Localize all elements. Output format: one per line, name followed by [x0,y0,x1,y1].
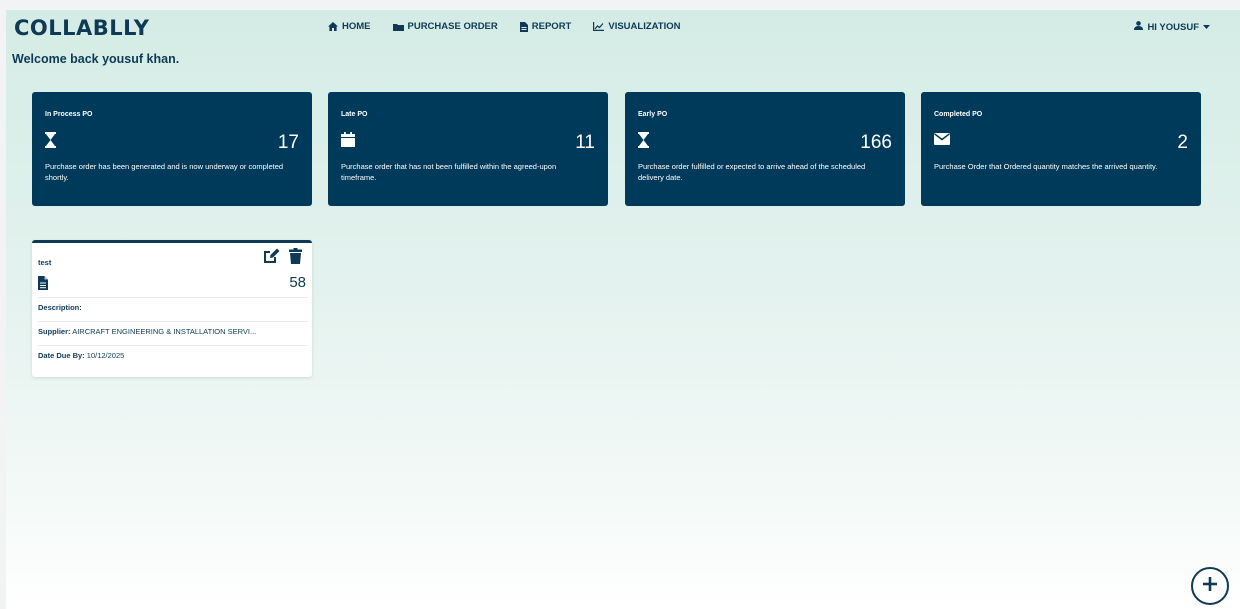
nav-visualization-label: VISUALIZATION [608,21,681,32]
stat-description: Purchase Order that Ordered quantity mat… [934,162,1158,171]
stat-description: Purchase order has been generated and is… [45,162,284,182]
folder-icon [392,23,404,31]
po-supplier-row: Supplier: AIRCRAFT ENGINEERING & INSTALL… [38,327,308,336]
user-menu-label: HI YOUSUF [1147,21,1199,33]
nav-visualization[interactable]: VISUALIZATION [593,21,681,32]
document-icon [519,21,528,32]
main-nav: HOME PURCHASE ORDER REPORT VISUALIZATION [328,21,681,32]
welcome-message: Welcome back yousuf khan. [12,52,180,66]
stat-card-late[interactable]: Late PO 11 Purchase order that has not b… [328,92,608,206]
nav-home-label: HOME [342,21,371,32]
po-description-row: Description: [38,303,308,312]
user-icon [1134,21,1144,33]
trash-icon[interactable] [289,248,302,269]
stat-title: In Process PO [45,111,93,118]
stat-card-early[interactable]: Early PO 166 Purchase order fulfilled or… [625,92,905,206]
due-date-value: 10/12/2025 [86,351,125,360]
supplier-label: Supplier: [38,327,71,336]
due-date-label: Date Due By: [38,351,85,360]
po-due-date-row: Date Due By: 10/12/2025 [38,351,308,360]
stat-value: 17 [277,132,299,153]
divider [38,321,308,322]
add-button[interactable] [1191,567,1229,605]
hourglass-icon [45,132,56,153]
stat-value: 166 [860,132,892,153]
supplier-value: AIRCRAFT ENGINEERING & INSTALLATION SERV… [72,327,257,336]
brand-logo[interactable]: COLLABLLY [14,16,149,40]
nav-report[interactable]: REPORT [519,21,572,32]
nav-purchase-order-label: PURCHASE ORDER [407,21,498,32]
caret-down-icon [1203,22,1210,33]
po-card[interactable]: test 58 Description: Supplier: AIRCRAFT … [32,240,312,377]
stat-description: Purchase order that has not been fulfill… [341,162,557,182]
po-card-title: test [38,258,52,267]
app-window: COLLABLLY HOME PURCHASE ORDER REPORT VIS… [6,10,1240,609]
hourglass-icon [638,132,649,153]
divider [38,345,308,346]
stat-card-completed[interactable]: Completed PO 2 Purchase Order that Order… [921,92,1201,206]
home-icon [328,22,338,31]
document-icon [38,276,48,295]
nav-report-label: REPORT [531,21,572,32]
nav-home[interactable]: HOME [328,21,371,32]
stat-card-in-process[interactable]: In Process PO 17 Purchase order has been… [32,92,312,206]
stat-title: Early PO [638,111,668,118]
description-label: Description: [38,303,82,312]
calendar-icon [341,132,355,152]
stat-value: 11 [575,132,595,153]
po-card-count: 58 [289,274,306,291]
envelope-icon [934,132,950,150]
stat-title: Late PO [341,111,368,118]
line-chart-icon [593,22,605,31]
stat-title: Completed PO [934,111,983,118]
divider [38,297,308,298]
stat-description: Purchase order fulfilled or expected to … [638,162,866,182]
plus-icon [1203,576,1217,596]
nav-purchase-order[interactable]: PURCHASE ORDER [392,21,498,32]
user-menu[interactable]: HI YOUSUF [1134,21,1210,33]
stat-value: 2 [1177,132,1188,153]
edit-icon[interactable] [263,248,280,269]
po-card-actions [263,248,302,269]
